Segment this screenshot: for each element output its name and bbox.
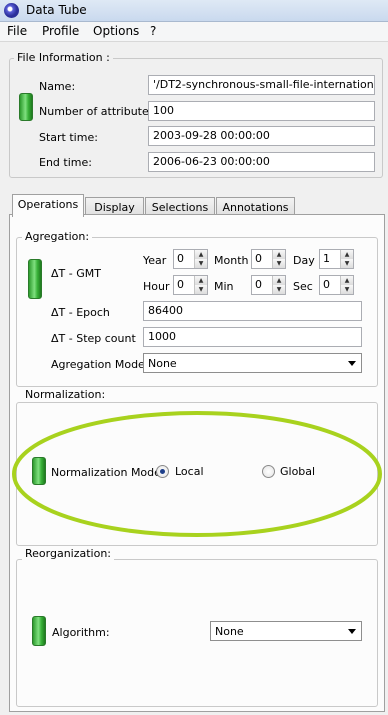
menu-bar: File Profile Options ? — [0, 22, 388, 42]
start-time-field[interactable]: 2003-09-28 00:00:00 — [148, 126, 375, 146]
hour-label: Hour — [143, 280, 170, 293]
operations-panel: Agregation: ΔT - GMT Year 0 ▲ ▼ Month 0 … — [9, 214, 385, 712]
spin-up-icon[interactable]: ▲ — [341, 250, 353, 259]
aggregation-title: Agregation: — [22, 230, 93, 243]
spin-up-icon[interactable]: ▲ — [273, 250, 285, 259]
sec-spinner[interactable]: 0 ▲ ▼ — [319, 275, 354, 295]
year-spinner[interactable]: 0 ▲ ▼ — [173, 249, 208, 269]
spin-down-icon[interactable]: ▼ — [195, 285, 207, 294]
tab-operations[interactable]: Operations — [12, 194, 84, 217]
sec-label: Sec — [293, 280, 313, 293]
chevron-down-icon — [348, 361, 356, 366]
sec-value: 0 — [323, 278, 330, 291]
radio-selected-dot — [160, 469, 165, 474]
min-value: 0 — [255, 278, 262, 291]
aggregation-mode-label: Agregation Mode: — [51, 358, 149, 371]
dt-step-count-label: ΔT - Step count — [51, 332, 136, 345]
menu-profile[interactable]: Profile — [42, 24, 79, 38]
name-label: Name: — [39, 80, 76, 93]
day-value: 1 — [323, 252, 330, 265]
attributes-field[interactable]: 100 — [148, 101, 375, 121]
sec-spin-buttons: ▲ ▼ — [340, 276, 353, 294]
spin-down-icon[interactable]: ▼ — [195, 259, 207, 268]
end-time-label: End time: — [39, 156, 92, 169]
year-value: 0 — [177, 252, 184, 265]
aggregation-mode-select[interactable]: None — [143, 353, 362, 373]
reorganization-title: Reorganization: — [22, 547, 115, 560]
menu-options[interactable]: Options — [93, 24, 139, 38]
algorithm-select[interactable]: None — [210, 621, 362, 641]
normalization-mode-label: Normalization Mode: — [51, 466, 165, 479]
dt-epoch-field[interactable]: 86400 — [143, 301, 362, 321]
aggregation-indicator-icon — [28, 259, 42, 299]
attributes-label: Number of attributes: — [39, 105, 159, 118]
app-logo-icon — [4, 3, 19, 18]
hour-value: 0 — [177, 278, 184, 291]
tab-display[interactable]: Display — [85, 197, 144, 214]
menu-file[interactable]: File — [7, 24, 27, 38]
dt-step-count-field[interactable]: 1000 — [143, 327, 362, 347]
day-label: Day — [293, 254, 315, 267]
year-label: Year — [143, 254, 167, 267]
tab-annotations[interactable]: Annotations — [216, 197, 295, 214]
spin-down-icon[interactable]: ▼ — [273, 285, 285, 294]
algorithm-value: None — [215, 625, 244, 638]
month-label: Month — [214, 254, 249, 267]
local-radio[interactable] — [156, 465, 169, 478]
min-spin-buttons: ▲ ▼ — [272, 276, 285, 294]
window-title: Data Tube — [26, 3, 87, 17]
algorithm-label: Algorithm: — [52, 626, 110, 639]
min-label: Min — [214, 280, 234, 293]
spin-down-icon[interactable]: ▼ — [273, 259, 285, 268]
file-information-title: File Information : — [14, 51, 113, 64]
spin-up-icon[interactable]: ▲ — [195, 250, 207, 259]
aggregation-mode-value: None — [148, 357, 177, 370]
spin-up-icon[interactable]: ▲ — [341, 276, 353, 285]
month-value: 0 — [255, 252, 262, 265]
name-field[interactable]: '/DT2-synchronous-small-file-internation… — [148, 75, 375, 95]
title-bar: Data Tube — [0, 0, 388, 22]
local-label: Local — [175, 465, 204, 478]
global-label: Global — [280, 465, 316, 478]
end-time-field[interactable]: 2006-06-23 00:00:00 — [148, 152, 375, 172]
dt-epoch-label: ΔT - Epoch — [51, 306, 110, 319]
chevron-down-icon — [348, 629, 356, 634]
normalization-title: Normalization: — [22, 388, 109, 401]
spin-down-icon[interactable]: ▼ — [341, 259, 353, 268]
day-spin-buttons: ▲ ▼ — [340, 250, 353, 268]
year-spin-buttons: ▲ ▼ — [194, 250, 207, 268]
spin-up-icon[interactable]: ▲ — [195, 276, 207, 285]
hour-spinner[interactable]: 0 ▲ ▼ — [173, 275, 208, 295]
spin-down-icon[interactable]: ▼ — [341, 285, 353, 294]
day-spinner[interactable]: 1 ▲ ▼ — [319, 249, 354, 269]
hour-spin-buttons: ▲ ▼ — [194, 276, 207, 294]
file-info-indicator-icon — [19, 93, 33, 121]
month-spinner[interactable]: 0 ▲ ▼ — [251, 249, 286, 269]
global-radio[interactable] — [262, 465, 275, 478]
reorganization-indicator-icon — [32, 616, 46, 646]
min-spinner[interactable]: 0 ▲ ▼ — [251, 275, 286, 295]
menu-help[interactable]: ? — [150, 24, 156, 38]
month-spin-buttons: ▲ ▼ — [272, 250, 285, 268]
normalization-indicator-icon — [32, 457, 46, 485]
spin-up-icon[interactable]: ▲ — [273, 276, 285, 285]
tab-selections[interactable]: Selections — [145, 197, 215, 214]
dt-gmt-label: ΔT - GMT — [51, 267, 101, 280]
start-time-label: Start time: — [39, 131, 98, 144]
